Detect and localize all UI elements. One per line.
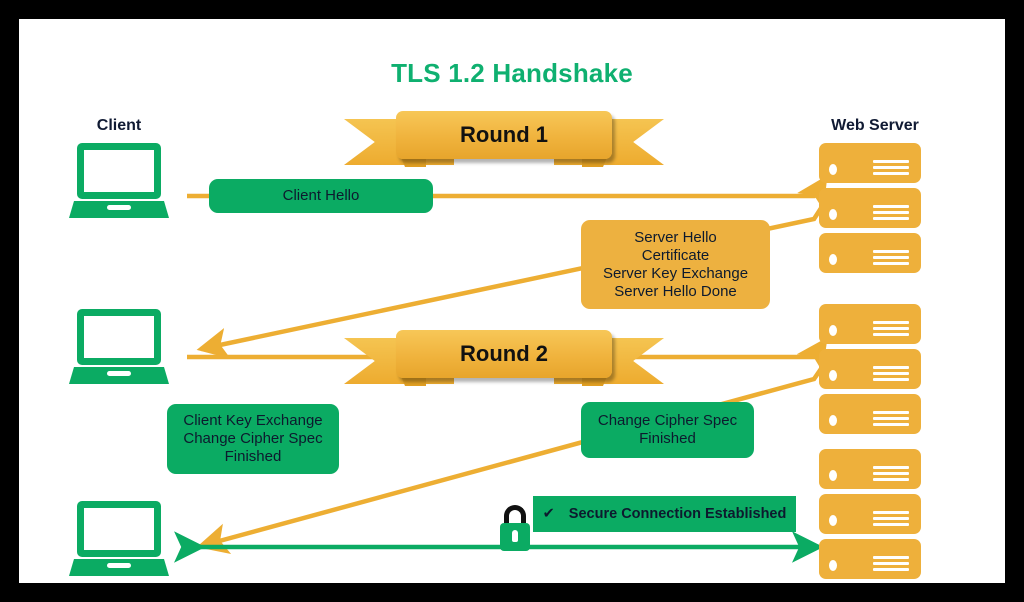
server-unit [819, 233, 921, 273]
client-laptop-2 [69, 309, 169, 384]
message-client-hello: Client Hello [209, 179, 433, 213]
message-text: Client Hello [282, 187, 360, 204]
ribbon-panel: Round 1 [396, 111, 612, 159]
laptop-notch [107, 563, 131, 568]
ribbon-panel: Round 2 [396, 330, 612, 378]
message-line: Change Cipher Spec [183, 430, 323, 447]
server-vents-icon [873, 411, 909, 429]
server-led-icon [829, 415, 837, 426]
server-vents-icon [873, 250, 909, 268]
message-server-round2: Change Cipher Spec Finished [581, 402, 754, 458]
server-rack-1 [819, 143, 921, 278]
server-led-icon [829, 254, 837, 265]
server-led-icon [829, 325, 837, 336]
message-line: Finished [639, 430, 696, 447]
server-unit [819, 494, 921, 534]
server-unit [819, 349, 921, 389]
banner-label: Round 1 [460, 122, 548, 147]
server-rack-3 [819, 449, 921, 583]
server-led-icon [829, 470, 837, 481]
laptop-notch [107, 205, 131, 210]
server-rack-2 [819, 304, 921, 439]
server-unit [819, 449, 921, 489]
message-text: Secure Connection Established [568, 506, 787, 522]
server-unit [819, 143, 921, 183]
message-line: Finished [224, 448, 282, 465]
server-unit [819, 394, 921, 434]
server-vents-icon [873, 511, 909, 529]
server-led-icon [829, 209, 837, 220]
message-line: Client Key Exchange [183, 412, 323, 429]
message-line: Change Cipher Spec [597, 412, 738, 429]
client-laptop-3 [69, 501, 169, 576]
message-line: Server Hello [634, 228, 717, 246]
padlock-keyhole [512, 530, 518, 542]
client-laptop-1 [69, 143, 169, 218]
server-vents-icon [873, 205, 909, 223]
server-led-icon [829, 164, 837, 175]
laptop-screen [77, 501, 161, 557]
server-vents-icon [873, 556, 909, 574]
server-label: Web Server [831, 117, 919, 134]
padlock-icon [496, 505, 534, 551]
message-line: Server Hello Done [614, 282, 737, 300]
laptop-notch [107, 371, 131, 376]
message-client-round2: Client Key Exchange Change Cipher Spec F… [167, 404, 339, 474]
server-unit [819, 188, 921, 228]
banner-round-1: Round 1 [344, 111, 664, 173]
message-line: Server Key Exchange [602, 264, 749, 282]
server-vents-icon [873, 366, 909, 384]
image-border: TLS 1.2 Handshake Client Web Server Roun… [0, 0, 1024, 602]
server-unit [819, 539, 921, 579]
message-secure-connection: ✔ Secure Connection Established [533, 496, 796, 532]
banner-round-2: Round 2 [344, 330, 664, 392]
laptop-screen [77, 143, 161, 199]
server-vents-icon [873, 321, 909, 339]
banner-label: Round 2 [460, 341, 548, 366]
diagram-canvas: TLS 1.2 Handshake Client Web Server Roun… [19, 19, 1005, 583]
server-led-icon [829, 370, 837, 381]
server-vents-icon [873, 160, 909, 178]
laptop-screen [77, 309, 161, 365]
server-led-icon [829, 560, 837, 571]
server-led-icon [829, 515, 837, 526]
server-vents-icon [873, 466, 909, 484]
server-unit [819, 304, 921, 344]
message-server-hello-group: Server Hello Certificate Server Key Exch… [581, 220, 770, 309]
check-icon: ✔ [542, 506, 555, 522]
message-line: Certificate [641, 246, 710, 264]
client-label: Client [96, 117, 142, 134]
